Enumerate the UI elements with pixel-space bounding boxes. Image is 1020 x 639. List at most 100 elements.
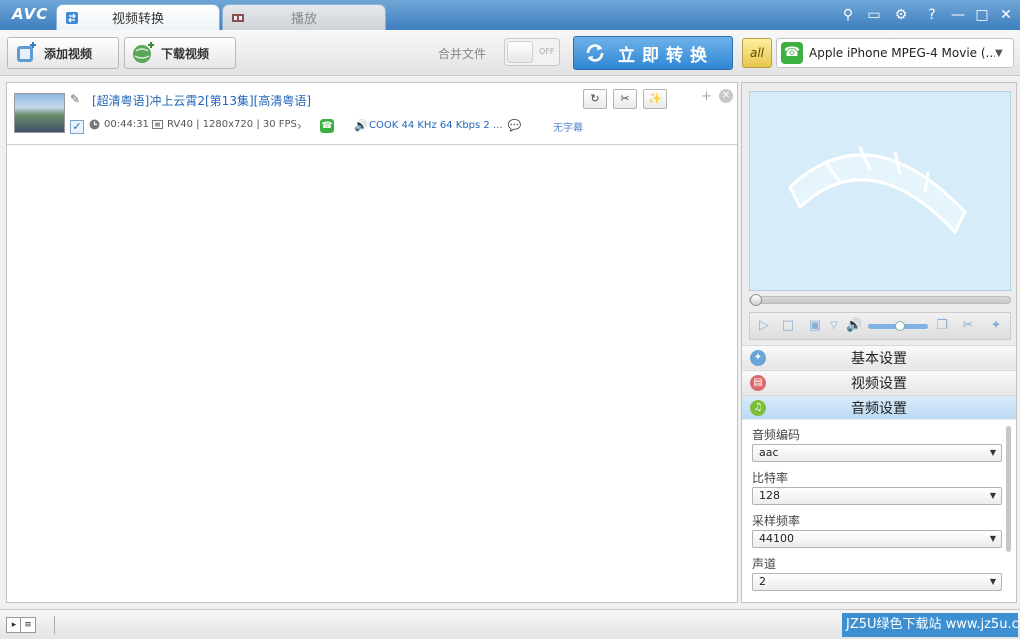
- remove-item-icon[interactable]: ✕: [719, 89, 733, 103]
- subtitle-meta[interactable]: 无字幕: [553, 119, 583, 134]
- audio-codec-value: aac: [759, 446, 779, 459]
- title-bar: AVC 视频转换 播放 ⚲ ▭ ⚙ ? — □ ✕: [0, 0, 1020, 30]
- section-label: 基本设置: [851, 350, 907, 367]
- chevron-down-icon: ▼: [989, 577, 996, 586]
- merge-files-label: 合并文件: [438, 47, 487, 61]
- status-bar: ▸ ≡ JZ5U绿色下载站 www.jz5u.com: [0, 609, 1020, 639]
- section-label: 音频设置: [851, 400, 907, 417]
- globe-download-icon: [133, 42, 154, 63]
- player-controls: ▷ □ ▣ ▽ 🔊 ❐ ✂ ✦: [749, 312, 1011, 340]
- maximize-icon[interactable]: □: [972, 5, 992, 25]
- device-icon[interactable]: ▭: [864, 5, 884, 25]
- duration: 00:44:31: [104, 119, 149, 130]
- add-video-label: 添加视频: [44, 46, 93, 61]
- key-icon[interactable]: ⚲: [838, 5, 858, 25]
- chevron-down-icon: ▼: [989, 491, 996, 500]
- speaker-icon: 🔊: [354, 119, 368, 132]
- settings-scrollbar[interactable]: [1006, 426, 1011, 552]
- channels-select[interactable]: 2 ▼: [752, 573, 1002, 591]
- subtitle-value: 无字幕: [553, 123, 583, 134]
- film-strip-icon: [152, 120, 163, 129]
- basic-settings-header[interactable]: ✦ 基本设置: [742, 345, 1016, 369]
- tab-video-convert[interactable]: 视频转换: [56, 4, 220, 30]
- profile-value: Apple iPhone MPEG-4 Movie (...: [809, 46, 995, 60]
- add-icon[interactable]: +: [701, 89, 712, 104]
- volume-knob[interactable]: [895, 321, 905, 331]
- audio-codec-select[interactable]: aac ▼: [752, 444, 1002, 462]
- edit-title-icon[interactable]: ✎: [70, 92, 84, 106]
- basic-settings-icon: ✦: [750, 349, 766, 366]
- add-video-icon: [17, 42, 36, 62]
- wand-icon[interactable]: ✦: [988, 318, 1004, 334]
- audio-info: COOK 44 KHz 64 Kbps 2 ...: [369, 120, 503, 131]
- film-icon: [232, 13, 244, 22]
- samplerate-value: 44100: [759, 532, 794, 545]
- samplerate-label: 采样频率: [752, 514, 801, 528]
- minimize-icon[interactable]: —: [948, 5, 968, 25]
- seek-bar[interactable]: [749, 294, 1011, 306]
- samplerate-select[interactable]: 44100 ▼: [752, 530, 1002, 548]
- audio-settings-icon: ♫: [750, 399, 766, 416]
- phone-icon: ☎: [781, 42, 803, 64]
- camera-icon[interactable]: ▣: [807, 318, 823, 334]
- chevron-down-icon: ▼: [989, 534, 996, 543]
- divider: [54, 616, 55, 634]
- video-preview: [749, 91, 1011, 291]
- bitrate-label: 比特率: [752, 471, 789, 485]
- snapshot-dropdown-icon[interactable]: ▽: [826, 318, 842, 334]
- audio-codec-label: 音频编码: [752, 428, 801, 442]
- tab-label: 播放: [290, 12, 317, 27]
- audio-meta[interactable]: 🔊 COOK 44 KHz 64 Kbps 2 ... 💬: [354, 119, 521, 132]
- play-icon[interactable]: ▷: [756, 318, 772, 334]
- list-view-icon[interactable]: ≡: [20, 617, 36, 633]
- toolbar: 添加视频 下载视频 合并文件 OFF 立即转换 all ☎ Apple iPho…: [0, 30, 1020, 76]
- app-logo: AVC: [12, 5, 49, 23]
- audio-settings-header[interactable]: ♫ 音频设置: [742, 395, 1016, 419]
- tab-label: 视频转换: [111, 12, 164, 27]
- download-video-button[interactable]: 下载视频: [124, 37, 236, 69]
- seek-knob[interactable]: [750, 294, 762, 306]
- video-meta: RV40 | 1280x720 | 30 FPS: [152, 119, 297, 130]
- output-profile-select[interactable]: ☎ Apple iPhone MPEG-4 Movie (... ▼: [776, 38, 1014, 68]
- help-icon[interactable]: ?: [922, 5, 942, 25]
- duration-meta: 00:44:31: [89, 119, 149, 130]
- add-video-button[interactable]: 添加视频: [7, 37, 119, 69]
- phone-target-icon: ☎: [320, 119, 334, 133]
- refresh-icon: [586, 44, 604, 62]
- merge-toggle[interactable]: OFF: [504, 38, 560, 66]
- convert-tab-icon: [66, 11, 78, 24]
- volume-icon[interactable]: 🔊: [846, 318, 862, 334]
- file-list: ✎ [超清粤语]冲上云霄2[第13集][高清粤语] ↻ ✂ ✨ + ✕ ✓ 00…: [6, 82, 738, 603]
- bitrate-select[interactable]: 128 ▼: [752, 487, 1002, 505]
- volume-slider[interactable]: [868, 321, 928, 331]
- convert-now-button[interactable]: 立即转换: [573, 36, 733, 70]
- channels-value: 2: [759, 575, 766, 588]
- chevron-down-icon: ▼: [995, 47, 1003, 59]
- stop-icon[interactable]: □: [780, 318, 796, 334]
- chevron-right-icon[interactable]: ›: [297, 119, 302, 133]
- copy-icon[interactable]: ❐: [934, 318, 950, 334]
- bitrate-value: 128: [759, 489, 780, 502]
- refresh-item-button[interactable]: ↻: [583, 89, 607, 109]
- tab-play[interactable]: 播放: [222, 4, 386, 30]
- gear-icon[interactable]: ⚙: [891, 5, 911, 25]
- clock-icon: [89, 119, 100, 130]
- toggle-knob: [507, 41, 533, 63]
- effects-wand-button[interactable]: ✨: [643, 89, 667, 109]
- audio-settings-panel: 音频编码 aac ▼ 比特率 128 ▼ 采样频率 44100 ▼ 声道 2 ▼: [742, 420, 1016, 602]
- section-label: 视频设置: [851, 375, 907, 392]
- video-info: RV40 | 1280x720 | 30 FPS: [167, 119, 297, 130]
- item-checkbox[interactable]: ✓: [70, 120, 84, 134]
- scissors-icon[interactable]: ✂: [960, 318, 976, 334]
- video-thumbnail: [14, 93, 65, 133]
- video-title[interactable]: [超清粤语]冲上云霄2[第13集][高清粤语]: [92, 92, 311, 109]
- film-reel-graphic: [788, 146, 967, 235]
- list-item[interactable]: ✎ [超清粤语]冲上云霄2[第13集][高清粤语] ↻ ✂ ✨ + ✕ ✓ 00…: [7, 83, 737, 145]
- convert-now-label: 立即转换: [618, 45, 714, 66]
- download-video-label: 下载视频: [161, 46, 210, 61]
- video-settings-header[interactable]: ▤ 视频设置: [742, 370, 1016, 394]
- all-profiles-button[interactable]: all: [742, 38, 772, 68]
- watermark: JZ5U绿色下载站 www.jz5u.com: [842, 613, 1018, 637]
- close-icon[interactable]: ✕: [996, 5, 1016, 25]
- cut-button[interactable]: ✂: [613, 89, 637, 109]
